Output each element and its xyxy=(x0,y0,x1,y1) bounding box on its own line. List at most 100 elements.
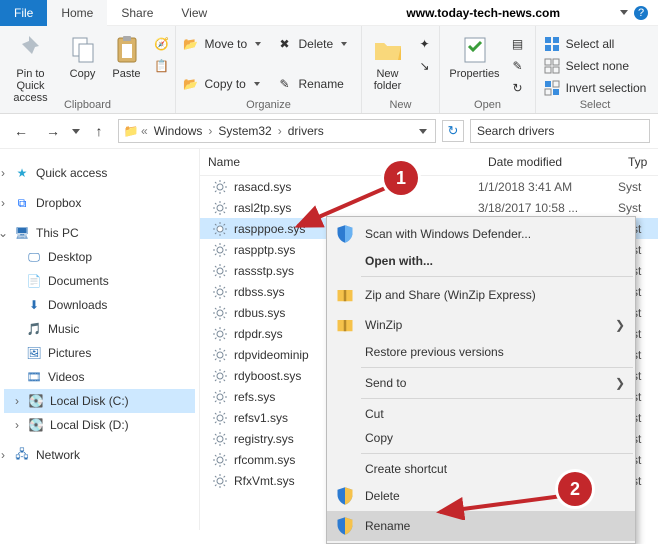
sysfile-icon xyxy=(212,200,228,216)
search-input[interactable]: Search drivers xyxy=(470,119,650,143)
help-icon[interactable]: ? xyxy=(634,6,648,20)
column-headers[interactable]: Name Date modified Typ xyxy=(200,149,658,176)
sidebar-item-downloads[interactable]: ⬇Downloads xyxy=(4,293,195,317)
file-row[interactable]: rasl2tp.sys3/18/2017 10:58 ...Syst xyxy=(200,197,658,218)
rename-ribbon-button[interactable]: ✎Rename xyxy=(273,74,359,94)
sysfile-icon xyxy=(212,263,228,279)
file-row[interactable]: rasacd.sys1/1/2018 3:41 AMSyst xyxy=(200,176,658,197)
sysfile-icon xyxy=(212,221,228,237)
sysfile-icon xyxy=(212,410,228,426)
select-none-button[interactable]: Select none xyxy=(540,56,651,76)
edit-button[interactable]: ✎ xyxy=(506,56,530,76)
documents-icon: 📄 xyxy=(26,273,42,289)
sidebar-item-pictures[interactable]: 🖼Pictures xyxy=(4,341,195,365)
context-item-label: WinZip xyxy=(365,318,402,332)
sidebar-item-documents[interactable]: 📄Documents xyxy=(4,269,195,293)
move-to-button[interactable]: 📂Move to xyxy=(179,34,271,54)
context-menu-item[interactable]: Open with... xyxy=(327,249,635,273)
moveto-label: Move to xyxy=(205,37,248,51)
group-open-label: Open xyxy=(440,99,535,111)
context-menu-item[interactable]: Cut xyxy=(327,402,635,426)
delete-icon: ✖ xyxy=(277,36,293,52)
tab-share[interactable]: Share xyxy=(107,0,167,26)
sysfile-icon xyxy=(212,473,228,489)
history-button[interactable]: ↻ xyxy=(506,78,530,98)
sidebar-item-local-disk-c[interactable]: ›💽Local Disk (C:) xyxy=(4,389,195,413)
sidebar-item-network[interactable]: ›🖧Network xyxy=(4,443,195,467)
paste-label: Paste xyxy=(112,68,140,80)
copy-label: Copy xyxy=(70,68,96,80)
copy-button[interactable]: Copy xyxy=(62,32,104,82)
sidebar-item-local-disk-d[interactable]: ›💽Local Disk (D:) xyxy=(4,413,195,437)
context-item-label: Rename xyxy=(365,519,410,533)
crumb-dropdown-icon[interactable] xyxy=(419,129,427,134)
back-button[interactable]: ← xyxy=(8,118,34,144)
easy-access-button[interactable]: ↘ xyxy=(413,56,437,76)
open-icon: ▤ xyxy=(510,36,526,52)
forward-button[interactable]: → xyxy=(40,118,66,144)
selectall-label: Select all xyxy=(566,37,615,51)
invert-selection-button[interactable]: Invert selection xyxy=(540,78,651,98)
crumb-system32[interactable]: System32 xyxy=(214,124,275,138)
new-folder-button[interactable]: New folder xyxy=(365,32,411,94)
sidebar-item-quick-access[interactable]: ›★Quick access xyxy=(4,161,195,185)
newfolder-label: New folder xyxy=(367,68,409,92)
copy-path-button[interactable]: 🧭 xyxy=(150,34,174,54)
folder-icon xyxy=(372,34,404,66)
tab-home[interactable]: Home xyxy=(47,0,107,26)
sidebar-item-this-pc[interactable]: ⌄🖥This PC xyxy=(4,221,195,245)
column-date[interactable]: Date modified xyxy=(480,149,620,175)
context-menu-item[interactable]: Send to ❯ xyxy=(327,371,635,395)
paste-shortcut-button[interactable]: 📋 xyxy=(150,56,174,76)
refresh-button[interactable]: ↻ xyxy=(442,120,464,142)
crumb-drivers[interactable]: drivers xyxy=(284,124,328,138)
context-menu-item[interactable]: Copy xyxy=(327,426,635,450)
context-item-label: Send to xyxy=(365,376,406,390)
file-date: 1/1/2018 3:41 AM xyxy=(478,180,618,194)
dropbox-icon: ⧉ xyxy=(14,195,30,211)
search-placeholder: Search drivers xyxy=(477,124,554,138)
properties-label: Properties xyxy=(449,68,499,80)
context-item-label: Delete xyxy=(365,489,400,503)
paste-button[interactable]: Paste xyxy=(106,32,148,82)
history-dropdown-icon[interactable] xyxy=(72,129,80,134)
delete-button[interactable]: ✖ Delete xyxy=(273,34,359,54)
sidebar-item-music[interactable]: 🎵Music xyxy=(4,317,195,341)
tab-view[interactable]: View xyxy=(167,0,221,26)
select-all-button[interactable]: Select all xyxy=(540,34,651,54)
history-icon: ↻ xyxy=(510,80,526,96)
copy-to-button[interactable]: 📂Copy to xyxy=(179,74,271,94)
annotation-arrow-1 xyxy=(290,180,400,235)
zip-icon xyxy=(335,315,355,335)
group-organize-label: Organize xyxy=(176,99,361,111)
tab-file[interactable]: File xyxy=(0,0,47,26)
up-button[interactable]: ↑ xyxy=(86,118,112,144)
breadcrumb[interactable]: 📁 « Windows› System32› drivers xyxy=(118,119,436,143)
properties-icon xyxy=(459,34,491,66)
properties-button[interactable]: Properties xyxy=(446,32,504,82)
context-menu-item[interactable]: Restore previous versions xyxy=(327,340,635,364)
submenu-arrow-icon: ❯ xyxy=(615,376,625,390)
open-button[interactable]: ▤ xyxy=(506,34,530,54)
sysfile-icon xyxy=(212,452,228,468)
column-type[interactable]: Typ xyxy=(620,149,655,175)
sidebar-item-dropbox[interactable]: ›⧉Dropbox xyxy=(4,191,195,215)
pin-to-quick-access-button[interactable]: Pin to Quick access xyxy=(2,32,60,106)
shortcut-icon: 📋 xyxy=(154,58,170,74)
column-name[interactable]: Name xyxy=(200,149,480,175)
uac-icon xyxy=(335,486,355,506)
context-menu-item[interactable]: WinZip❯ xyxy=(327,310,635,340)
new-item-button[interactable]: ✦ xyxy=(413,34,437,54)
context-item-label: Zip and Share (WinZip Express) xyxy=(365,288,536,302)
ribbon-minimize-icon[interactable] xyxy=(620,10,628,15)
crumb-windows[interactable]: Windows xyxy=(150,124,207,138)
star-icon: ★ xyxy=(14,165,30,181)
context-menu-item[interactable]: Zip and Share (WinZip Express) xyxy=(327,280,635,310)
delete-label: Delete xyxy=(299,37,334,51)
sidebar-item-desktop[interactable]: 🖵Desktop xyxy=(4,245,195,269)
paste-icon xyxy=(111,34,143,66)
context-menu-item[interactable]: Create shortcut xyxy=(327,457,635,481)
context-item-label: Restore previous versions xyxy=(365,345,504,359)
sidebar-item-videos[interactable]: 🎞Videos xyxy=(4,365,195,389)
videos-icon: 🎞 xyxy=(26,369,42,385)
